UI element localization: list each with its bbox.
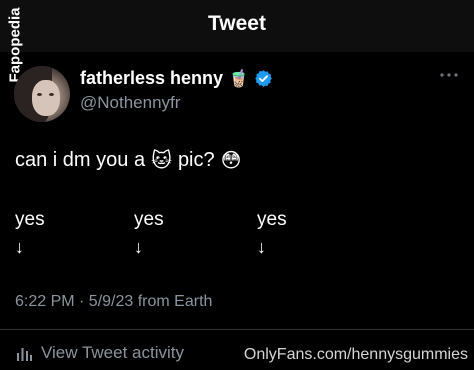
tweet-page: Tweet Fapopedia fatherless henny 🧋 @Noth… — [0, 0, 474, 370]
yes-label: yes — [15, 209, 45, 230]
more-horizontal-icon[interactable] — [438, 68, 460, 82]
avatar-face — [32, 80, 60, 116]
cat-emoji: 🐱 — [151, 150, 172, 172]
author-name-row[interactable]: fatherless henny 🧋 — [80, 68, 273, 89]
down-arrow-icon: ↓ — [134, 237, 143, 257]
yes-column: yes ↓ — [257, 209, 287, 258]
avatar[interactable] — [14, 66, 70, 122]
down-arrow-icon: ↓ — [15, 237, 24, 257]
top-bar: Tweet — [0, 0, 474, 52]
bottom-watermark: OnlyFans.com/hennysgummies — [243, 346, 468, 363]
verified-badge-icon — [255, 70, 273, 87]
author-display-name[interactable]: fatherless henny — [80, 68, 223, 89]
boba-emoji: 🧋 — [228, 68, 250, 88]
divider — [0, 329, 474, 330]
yes-column: yes ↓ — [15, 209, 45, 258]
yes-column: yes ↓ — [134, 209, 164, 258]
bar-chart-icon — [17, 348, 32, 361]
page-title: Tweet — [208, 12, 266, 35]
view-activity-link[interactable]: View Tweet activity — [15, 343, 184, 363]
down-arrow-icon: ↓ — [257, 237, 266, 257]
tweet-text-end: pic? — [177, 149, 215, 171]
tweet-timestamp[interactable]: 6:22 PM · 5/9/23 from Earth — [15, 293, 212, 311]
tweet-text: can i dm you a 🐱 pic? 😳 — [15, 148, 242, 173]
flushed-emoji: 😳 — [220, 150, 242, 172]
yes-label: yes — [257, 209, 287, 230]
activity-label[interactable]: View Tweet activity — [41, 343, 184, 363]
yes-label: yes — [134, 209, 164, 230]
author-handle[interactable]: @Nothennyfr — [80, 93, 180, 113]
tweet-text-start: can i dm you a — [15, 149, 146, 171]
